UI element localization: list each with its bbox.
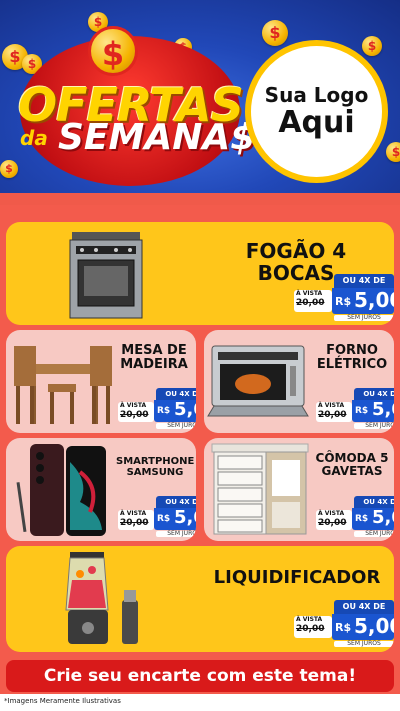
product-card-table[interactable]: MESA DE MADEIRA OU 4X DE À VISTA20,00 R$… [6, 330, 196, 433]
no-interest-label: SEM JUROS [156, 531, 196, 537]
cash-price: À VISTA 20,00 [118, 510, 154, 530]
title-semana: SEMANA$ [58, 117, 256, 158]
installment-price: R$5,00 [352, 508, 394, 530]
no-interest-label: SEM JUROS [334, 641, 394, 647]
installment-price: R$5,00 [332, 614, 394, 640]
no-interest-label: SEM JUROS [334, 315, 394, 321]
product-name: FORNO ELÉTRICO [316, 343, 388, 373]
product-card-smartphone[interactable]: SMARTPHONE SAMSUNG OU 4X DE À VISTA20,00… [6, 438, 196, 541]
no-interest-label: SEM JUROS [354, 531, 394, 537]
dresser-icon [211, 443, 309, 535]
price-tag: OU 4X DE À VISTA20,00 R$5,00 SEM JUROS [316, 388, 394, 430]
product-card-stove[interactable]: FOGÃO 4 BOCAS OU 4X DE À VISTA 20,00 R$ 5,… [6, 222, 394, 325]
installments-label: OU 4X DE [334, 274, 394, 288]
disclaimer: *Imagens Meramente Ilustrativas [4, 697, 121, 705]
no-interest-label: SEM JUROS [156, 423, 196, 429]
installments-label: OU 4X DE [334, 600, 394, 614]
installment-price: R$5,00 [352, 400, 394, 422]
price-tag: OU 4X DE À VISTA20,00 R$5,00 SEM JUROS [118, 496, 196, 538]
title-da: da [20, 126, 48, 150]
price-tag: OU 4X DE À VISTA20,00 R$5,00 SEM JUROS [294, 600, 394, 650]
installment-price: R$5,00 [154, 508, 196, 530]
coin-icon: $ [262, 20, 288, 46]
product-card-blender[interactable]: LIQUIDIFICADOR OU 4X DE À VISTA 20,00 R$ 5… [6, 546, 394, 652]
oven-icon [207, 345, 309, 417]
product-name: SMARTPHONE SAMSUNG [116, 456, 195, 478]
installment-price: R$5,00 [332, 288, 394, 314]
logo-line1: Sua Logo [264, 83, 369, 107]
price-tag: OU 4X DE À VISTA20,00 R$5,00 SEM JUROS [294, 274, 394, 324]
stove-icon [69, 232, 143, 319]
coin-icon: $ [362, 36, 382, 56]
no-interest-label: SEM JUROS [354, 423, 394, 429]
logo-placeholder[interactable]: Sua Logo Aqui [245, 40, 388, 183]
product-card-oven[interactable]: FORNO ELÉTRICO OU 4X DE À VISTA20,00 R$5… [204, 330, 394, 433]
blender-icon [65, 552, 138, 644]
cash-price: À VISTA 20,00 [118, 402, 154, 422]
smartphone-icon [16, 444, 106, 536]
dollar-coin-icon: $ [88, 26, 138, 76]
product-card-dresser[interactable]: CÔMODA 5 GAVETAS OU 4X DE À VISTA20,00 R… [204, 438, 394, 541]
coin-icon: $ [386, 142, 400, 162]
cash-price: À VISTA 20,00 [294, 290, 332, 312]
product-name: MESA DE MADEIRA [120, 343, 188, 373]
product-name: LIQUIDIFICADOR [213, 567, 381, 588]
table-chairs-icon [14, 346, 112, 424]
logo-line2: Aqui [278, 105, 355, 140]
price-tag: OU 4X DE À VISTA20,00 R$5,00 SEM JUROS [118, 388, 196, 430]
product-name: CÔMODA 5 GAVETAS [315, 451, 389, 479]
cash-price: À VISTA 20,00 [316, 402, 352, 422]
coin-icon: $ [0, 160, 18, 178]
price-tag: OU 4X DE À VISTA20,00 R$5,00 SEM JUROS [316, 496, 394, 538]
cash-price: À VISTA 20,00 [316, 510, 352, 530]
installment-price: R$5,00 [154, 400, 196, 422]
cta-banner[interactable]: Crie seu encarte com este tema! [6, 660, 394, 692]
cash-price: À VISTA 20,00 [294, 616, 332, 638]
hero-banner: $ $ $ $ $ $ $ $ $ $ OFERTAS da SEMANA$ S… [0, 0, 400, 205]
